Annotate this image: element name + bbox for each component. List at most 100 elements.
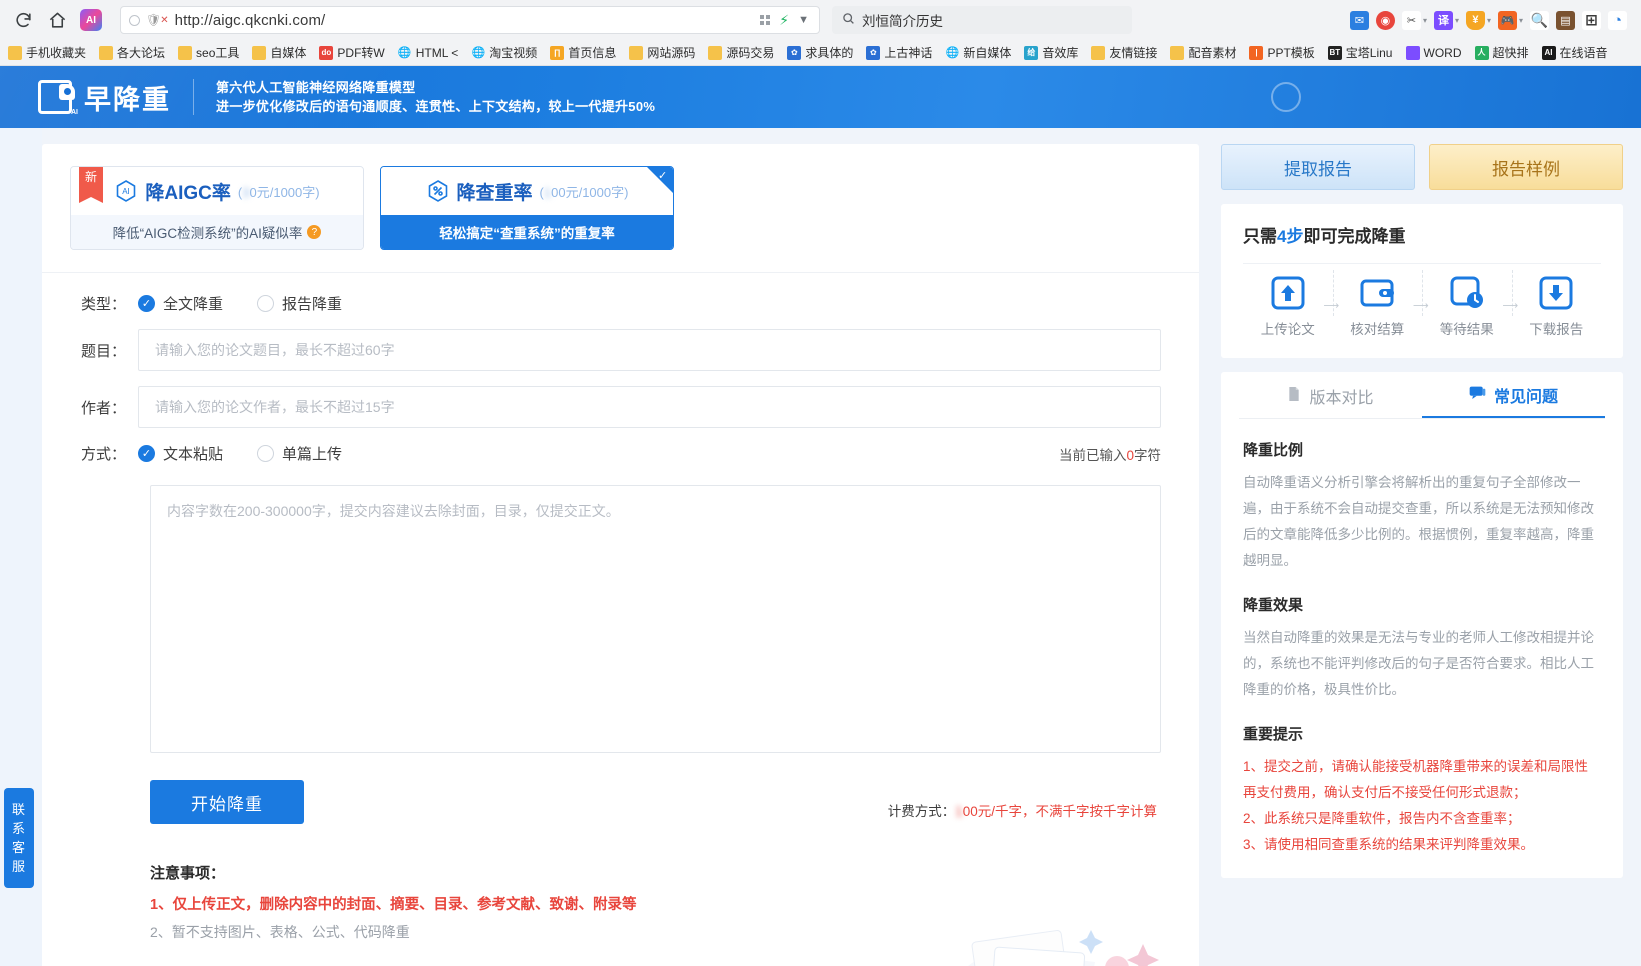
notice-title: 注意事项：	[150, 865, 226, 882]
radio-text-paste-dot[interactable]	[138, 445, 155, 462]
magnifier-icon[interactable]: 🔍	[1528, 6, 1551, 34]
step-label: 等待结果	[1439, 322, 1494, 337]
radio-report-dot[interactable]	[257, 295, 275, 312]
extension-bar: ✉ ◉ ✂ ▾ 译 ▾ ¥ ▾ 🎮 ▾ 🔍 ▤ ⊞ ◔	[1348, 6, 1633, 34]
step-2: ⟶ 核对结算	[1324, 270, 1423, 338]
bookmark-item[interactable]: 给音效库	[1018, 42, 1084, 63]
content-textarea[interactable]	[150, 485, 1161, 753]
help-icon[interactable]: ?	[307, 225, 322, 239]
bookmark-item[interactable]: 各大论坛	[93, 42, 171, 63]
svg-text:AI: AI	[123, 187, 131, 196]
tab-aigc-price: (30元/1000字)	[237, 184, 320, 200]
bookmark-item[interactable]: ✿ 上古神话	[860, 42, 938, 63]
bookmark-item[interactable]: 配音素材	[1164, 42, 1242, 63]
apps-grid-icon[interactable]: ⊞	[1580, 6, 1603, 34]
paper-author-input[interactable]	[138, 386, 1161, 428]
bookmark-item[interactable]: BT 宝塔Linu	[1322, 42, 1399, 63]
ai-badge: AI	[80, 9, 102, 31]
radio-full-text-label: 全文降重	[163, 296, 224, 313]
lightning-icon[interactable]: ⚡	[779, 12, 789, 29]
insecure-icon[interactable]: 🛡 ✕	[146, 13, 169, 27]
flame-icon[interactable]: ◉	[1374, 6, 1397, 34]
tab-version-compare-label: 版本对比	[1309, 390, 1374, 407]
tab-aigc-title: 降AIGC率	[145, 182, 231, 204]
tab-aigc-reduction[interactable]: 新 AI 降AIGC率 (30元/1000字) 降低“AIGC检测系统”的AI疑…	[70, 166, 364, 250]
paper-title-input[interactable]	[138, 329, 1161, 371]
bookmark-item[interactable]: AI 在线语音	[1536, 42, 1614, 63]
tab-plagiarism-subtitle: 轻松搞定“查重系统”的重复率	[439, 226, 615, 241]
translate-icon[interactable]: 译 ▾	[1432, 6, 1461, 34]
contact-support-button[interactable]: 联系客服	[4, 788, 34, 888]
blue-icon: ✿	[787, 45, 802, 60]
bookmark-item[interactable]: ∏ 首页信息	[544, 42, 622, 63]
folder-icon	[178, 45, 193, 60]
chevron-down-icon[interactable]: ▼	[798, 14, 809, 26]
bookmark-item[interactable]: 🌐 HTML <	[392, 44, 465, 62]
screenshot-icon[interactable]: ▤	[1554, 6, 1577, 34]
clock-icon	[1450, 276, 1484, 310]
qr-icon[interactable]	[760, 15, 771, 25]
bookmark-item[interactable]: 人超快排	[1469, 42, 1535, 63]
bookmark-item[interactable]: 自媒体	[246, 42, 312, 63]
scissors-icon[interactable]: ✂ ▾	[1400, 6, 1429, 34]
step-label: 核对结算	[1350, 322, 1405, 337]
folder-icon	[99, 45, 114, 60]
search-input[interactable]: 刘恒简介历史	[832, 6, 1132, 34]
globe-icon: 🌐	[945, 47, 960, 59]
radio-full-text-dot[interactable]	[138, 295, 155, 312]
nav-buttons: AI	[8, 5, 106, 35]
billing-note: 计费方式：100元/千字，不满千字按千字计算	[887, 804, 1157, 819]
rainbow-icon	[1405, 45, 1420, 60]
bookmark-item[interactable]: 友情链接	[1085, 42, 1163, 63]
home-icon[interactable]	[42, 5, 72, 35]
tab-faq[interactable]: 常见问题	[1422, 374, 1605, 418]
bookmark-label: 手机收藏夹	[26, 46, 87, 60]
bookmark-item[interactable]: 网站源码	[623, 42, 701, 63]
character-count: 当前已输入0字符	[1058, 447, 1161, 463]
steps-panel-title: 只需4步即可完成降重	[1243, 227, 1406, 246]
bookmark-label: 求具体的	[805, 46, 854, 60]
tab-plagiarism-title: 降查重率	[456, 182, 533, 204]
bookmark-label: 宝塔Linu	[1345, 46, 1393, 60]
bookmark-item[interactable]: 🌐 淘宝视频	[465, 42, 543, 63]
ai-extension-icon[interactable]: AI	[76, 5, 106, 35]
site-header: AI 早降重 第六代人工智能神经网络降重模型 进一步优化修改后的语句通顺度、连贯…	[0, 66, 1641, 128]
game-icon[interactable]: 🎮 ▾	[1496, 6, 1525, 34]
bookmark-label: 淘宝视频	[489, 46, 538, 60]
bookmark-label: 友情链接	[1109, 46, 1158, 60]
bookmark-item[interactable]: 🌐 新自媒体	[939, 42, 1017, 63]
radio-full-text[interactable]: 全文降重	[138, 293, 223, 314]
radio-report[interactable]: 报告降重	[257, 293, 342, 314]
notice-line-1: 1、仅上传正文，删除内容中的封面、摘要、目录、参考文献、致谢、附录等	[150, 897, 637, 913]
site-logo[interactable]: AI 早降重	[38, 78, 171, 117]
site-info-icon[interactable]	[129, 14, 140, 26]
service-tabs: 新 AI 降AIGC率 (30元/1000字) 降低“AIGC检测系统”的AI疑…	[42, 144, 1199, 250]
radio-text-paste[interactable]: 文本粘贴	[138, 443, 223, 464]
bookmark-label: 源码交易	[726, 46, 775, 60]
tab-version-compare[interactable]: 版本对比	[1239, 374, 1422, 418]
bookmark-item[interactable]: WORD	[1400, 44, 1468, 62]
mail-icon[interactable]: ✉	[1348, 6, 1371, 34]
extract-report-button[interactable]: 提取报告	[1221, 144, 1415, 190]
faq-body: 当然自动降重的效果是无法与专业的老师人工修改相提并论的，系统也不能评判修改后的句…	[1243, 630, 1594, 697]
address-bar[interactable]: 🛡 ✕ http://aigc.qkcnki.com/ ⚡ ▼	[120, 6, 820, 34]
bookmark-item[interactable]: 手机收藏夹	[2, 42, 92, 63]
reload-icon[interactable]	[8, 5, 38, 35]
report-sample-button[interactable]: 报告样例	[1429, 144, 1623, 190]
bookmark-label: 在线语音	[1559, 46, 1608, 60]
bookmark-item[interactable]: do PDF转W	[313, 42, 390, 63]
folder-icon	[252, 45, 267, 60]
radio-single-upload-dot[interactable]	[257, 445, 275, 462]
bookmark-item[interactable]: | PPT模板	[1243, 42, 1320, 63]
title-row: 题目：	[80, 329, 1161, 371]
bookmark-item[interactable]: 源码交易	[702, 42, 780, 63]
shield-yen-icon[interactable]: ¥ ▾	[1464, 6, 1493, 34]
folder-icon	[629, 45, 644, 60]
bookmark-item[interactable]: seo工具	[172, 42, 245, 63]
bookmark-item[interactable]: ✿ 求具体的	[781, 42, 859, 63]
tab-plagiarism-reduction[interactable]: ✓ 降查重率 (100元/1000字) 轻松搞定“查重系统”的重复率	[380, 166, 674, 250]
start-reduction-button[interactable]: 开始降重	[150, 780, 304, 824]
clock-icon[interactable]: ◔	[1606, 6, 1629, 34]
radio-single-upload[interactable]: 单篇上传	[257, 443, 342, 464]
step-3: ⟶ 等待结果	[1413, 270, 1512, 338]
